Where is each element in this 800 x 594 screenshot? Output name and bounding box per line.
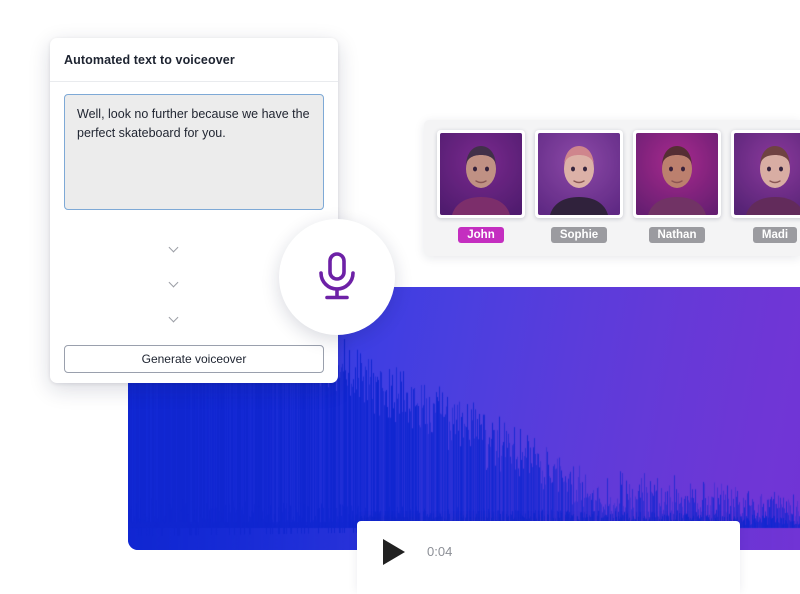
setting-row-voice[interactable] xyxy=(64,301,324,336)
setting-value[interactable] xyxy=(164,279,179,288)
script-input[interactable] xyxy=(64,94,324,210)
avatar-thumbnail[interactable] xyxy=(437,130,525,218)
avatar xyxy=(734,133,800,215)
microphone-icon xyxy=(319,252,355,300)
panel-body xyxy=(50,82,338,215)
chevron-down-icon[interactable] xyxy=(170,244,179,253)
text-to-voiceover-panel: Automated text to voiceover Generate voi… xyxy=(50,38,338,383)
voice-avatar-item[interactable]: Madi xyxy=(726,130,800,243)
setting-value[interactable] xyxy=(164,244,179,253)
avatar-name-badge[interactable]: Sophie xyxy=(550,227,608,243)
chevron-down-icon[interactable] xyxy=(170,279,179,288)
app-canvas: John Sophie Nathan Madi Automated text to v… xyxy=(0,0,800,594)
panel-header: Automated text to voiceover xyxy=(50,38,338,82)
avatar-thumbnail[interactable] xyxy=(535,130,623,218)
avatar-name-badge[interactable]: Nathan xyxy=(648,227,706,243)
avatar-thumbnail[interactable] xyxy=(731,130,800,218)
voice-avatar-item[interactable]: Sophie xyxy=(530,130,628,243)
microphone-badge[interactable] xyxy=(279,219,395,335)
avatar xyxy=(440,133,522,215)
avatar xyxy=(636,133,718,215)
avatar-name-badge[interactable]: Madi xyxy=(752,227,798,243)
voice-avatar-item[interactable]: Nathan xyxy=(628,130,726,243)
avatar-thumbnail[interactable] xyxy=(633,130,721,218)
chevron-down-icon[interactable] xyxy=(170,314,179,323)
avatar xyxy=(538,133,620,215)
audio-player-bar: 0:04 xyxy=(357,521,740,594)
playback-time: 0:04 xyxy=(427,544,453,559)
generate-voiceover-button[interactable]: Generate voiceover xyxy=(64,345,324,373)
voice-avatar-strip[interactable]: John Sophie Nathan Madi xyxy=(424,120,800,256)
panel-title: Automated text to voiceover xyxy=(64,52,235,67)
avatar-name-badge-selected[interactable]: John xyxy=(458,227,504,243)
setting-value[interactable] xyxy=(164,314,179,323)
play-icon[interactable] xyxy=(383,539,405,565)
voice-avatar-item[interactable]: John xyxy=(432,130,530,243)
